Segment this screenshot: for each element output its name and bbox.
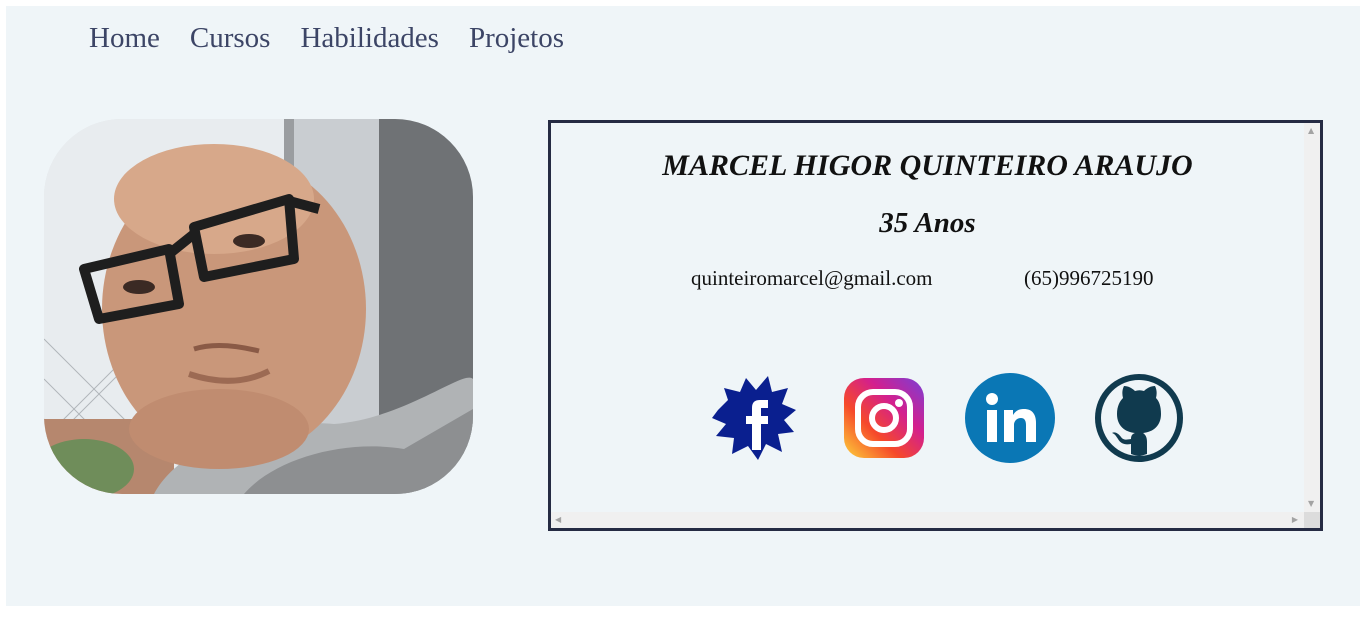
scroll-down-arrow-icon[interactable]: ▼ (1308, 500, 1314, 508)
profile-name: MARCEL HIGOR QUINTEIRO ARAUJO (662, 149, 1193, 182)
profile-card: MARCEL HIGOR QUINTEIRO ARAUJO 35 Anos qu… (548, 120, 1323, 531)
scroll-up-arrow-icon[interactable]: ▲ (1308, 127, 1314, 135)
scrollbar-corner (1304, 512, 1320, 528)
page-background: Home Cursos Habilidades Projetos MARCEL … (6, 6, 1360, 606)
vertical-scrollbar[interactable]: ▲ ▼ (1304, 123, 1320, 512)
nav-cursos-link[interactable]: Cursos (190, 24, 271, 53)
nav-habilidades-link[interactable]: Habilidades (300, 24, 439, 53)
nav-home-link[interactable]: Home (89, 24, 160, 53)
scroll-left-arrow-icon[interactable]: ◀ (555, 516, 561, 524)
nav-projetos-link[interactable]: Projetos (469, 24, 564, 53)
profile-phone: (65)996725190 (1024, 266, 1154, 290)
linkedin-icon[interactable] (962, 370, 1058, 466)
profile-email: quinteiromarcel@gmail.com (691, 266, 933, 290)
scroll-right-arrow-icon[interactable]: ▶ (1292, 516, 1298, 524)
profile-card-content: MARCEL HIGOR QUINTEIRO ARAUJO 35 Anos qu… (551, 123, 1304, 512)
instagram-icon[interactable] (836, 370, 932, 466)
profile-photo (44, 119, 473, 494)
profile-age: 35 Anos (879, 207, 976, 239)
horizontal-scrollbar[interactable]: ◀ ▶ (551, 512, 1304, 528)
github-icon[interactable] (1091, 370, 1187, 466)
facebook-icon[interactable] (706, 370, 802, 466)
main-nav: Home Cursos Habilidades Projetos (89, 24, 594, 53)
